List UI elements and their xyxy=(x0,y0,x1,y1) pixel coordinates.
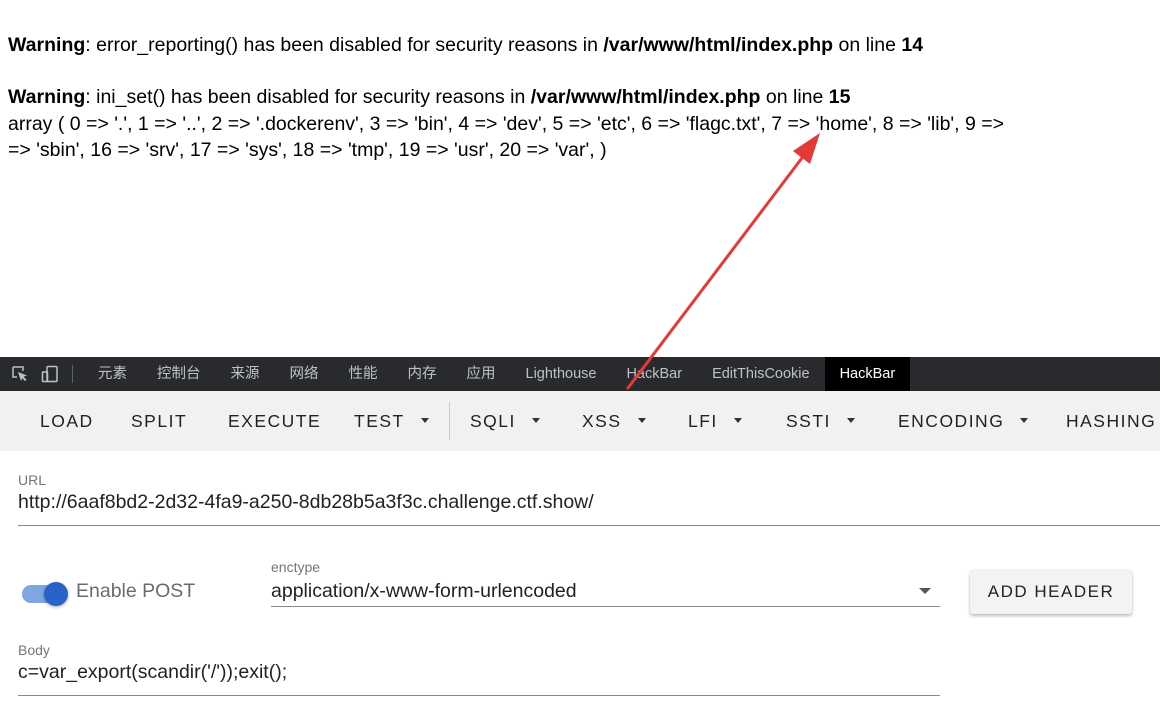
tab-elements[interactable]: 元素 xyxy=(83,357,142,391)
tab-hackbar[interactable]: HackBar xyxy=(611,357,697,391)
warning-on-line: on line xyxy=(833,34,902,56)
php-warning: Warning: ini_set() has been disabled for… xyxy=(8,84,850,110)
encoding-dropdown[interactable]: ENCODING xyxy=(898,391,1029,451)
warning-line-number: 14 xyxy=(901,34,924,56)
tab-performance[interactable]: 性能 xyxy=(334,357,393,391)
devtools-tabbar: 元素 控制台 来源 网络 性能 内存 应用 Lighthouse HackBar… xyxy=(0,357,1160,391)
hashing-dropdown-label: HASHING xyxy=(1066,411,1157,431)
split-button[interactable]: SPLIT xyxy=(131,391,187,451)
tab-application[interactable]: 应用 xyxy=(452,357,511,391)
body-underline xyxy=(18,695,940,696)
caret-down-icon xyxy=(846,417,855,423)
tab-network[interactable]: 网络 xyxy=(275,357,334,391)
page-output: Warning: error_reporting() has been disa… xyxy=(0,0,1160,357)
enable-post-toggle[interactable] xyxy=(20,582,68,606)
output-line: array ( 0 => '.', 1 => '..', 2 => '.dock… xyxy=(8,113,1005,135)
add-header-button[interactable]: ADD HEADER xyxy=(970,570,1132,614)
toolbar-divider xyxy=(449,402,450,440)
lfi-dropdown[interactable]: LFI xyxy=(688,391,742,451)
inspect-element-icon[interactable] xyxy=(10,364,30,384)
tab-console[interactable]: 控制台 xyxy=(142,357,216,391)
sqli-dropdown-label: SQLI xyxy=(470,411,516,431)
xss-dropdown-label: XSS xyxy=(582,411,622,431)
ssti-dropdown-label: SSTI xyxy=(786,411,831,431)
warning-message: : ini_set() has been disabled for securi… xyxy=(85,86,531,108)
execute-button-label: EXECUTE xyxy=(228,411,322,431)
tab-hackbar-active[interactable]: HackBar xyxy=(824,357,911,391)
load-button[interactable]: LOAD xyxy=(40,391,94,451)
lfi-dropdown-label: LFI xyxy=(688,411,718,431)
warning-label: Warning xyxy=(8,34,86,56)
warning-label: Warning xyxy=(8,86,86,108)
sqli-dropdown[interactable]: SQLI xyxy=(470,391,540,451)
hackbar-toolbar: LOAD SPLIT EXECUTE TEST SQLI XSS LFI SST… xyxy=(0,391,1160,451)
caret-down-icon xyxy=(531,417,540,423)
warning-on-line: on line xyxy=(760,86,829,108)
tab-lighthouse[interactable]: Lighthouse xyxy=(511,357,612,391)
body-input[interactable]: c=var_export(scandir('/'));exit(); xyxy=(18,661,287,684)
enctype-value: application/x-www-form-urlencoded xyxy=(271,580,577,602)
caret-down-icon xyxy=(637,417,646,423)
ssti-dropdown[interactable]: SSTI xyxy=(786,391,855,451)
tab-sources[interactable]: 来源 xyxy=(216,357,275,391)
scandir-output: array ( 0 => '.', 1 => '..', 2 => '.dock… xyxy=(8,111,1160,163)
warning-line-number: 15 xyxy=(828,86,851,108)
xss-dropdown[interactable]: XSS xyxy=(582,391,646,451)
url-input[interactable]: http://6aaf8bd2-2d32-4fa9-a250-8db28b5a3… xyxy=(18,491,594,514)
execute-button[interactable]: EXECUTE xyxy=(228,391,321,451)
warning-message: : error_reporting() has been disabled fo… xyxy=(85,34,604,56)
device-toolbar-icon[interactable] xyxy=(40,364,60,384)
url-label: URL xyxy=(18,472,47,488)
caret-down-icon xyxy=(1020,417,1029,423)
dropdown-arrow-icon[interactable] xyxy=(919,588,931,594)
tab-memory[interactable]: 内存 xyxy=(393,357,452,391)
enable-post-label: Enable POST xyxy=(76,580,196,602)
load-button-label: LOAD xyxy=(40,411,94,431)
toggle-thumb xyxy=(44,582,68,606)
url-underline xyxy=(18,525,1160,526)
enctype-underline xyxy=(271,606,940,607)
toolbar-divider xyxy=(72,365,73,383)
caret-down-icon xyxy=(420,417,429,423)
body-label: Body xyxy=(18,642,50,658)
php-warning: Warning: error_reporting() has been disa… xyxy=(8,32,923,58)
enctype-label: enctype xyxy=(271,559,321,575)
warning-file: /var/www/html/index.php xyxy=(603,34,834,56)
split-button-label: SPLIT xyxy=(131,411,188,431)
enctype-select[interactable]: application/x-www-form-urlencoded xyxy=(271,576,940,608)
tab-editthiscookie[interactable]: EditThisCookie xyxy=(697,357,825,391)
hashing-dropdown[interactable]: HASHING xyxy=(1066,391,1156,451)
caret-down-icon xyxy=(733,417,742,423)
encoding-dropdown-label: ENCODING xyxy=(898,411,1005,431)
test-dropdown[interactable]: TEST xyxy=(354,391,429,451)
test-dropdown-label: TEST xyxy=(354,411,405,431)
warning-file: /var/www/html/index.php xyxy=(530,86,761,108)
output-line: => 'sbin', 16 => 'srv', 17 => 'sys', 18 … xyxy=(8,139,607,161)
